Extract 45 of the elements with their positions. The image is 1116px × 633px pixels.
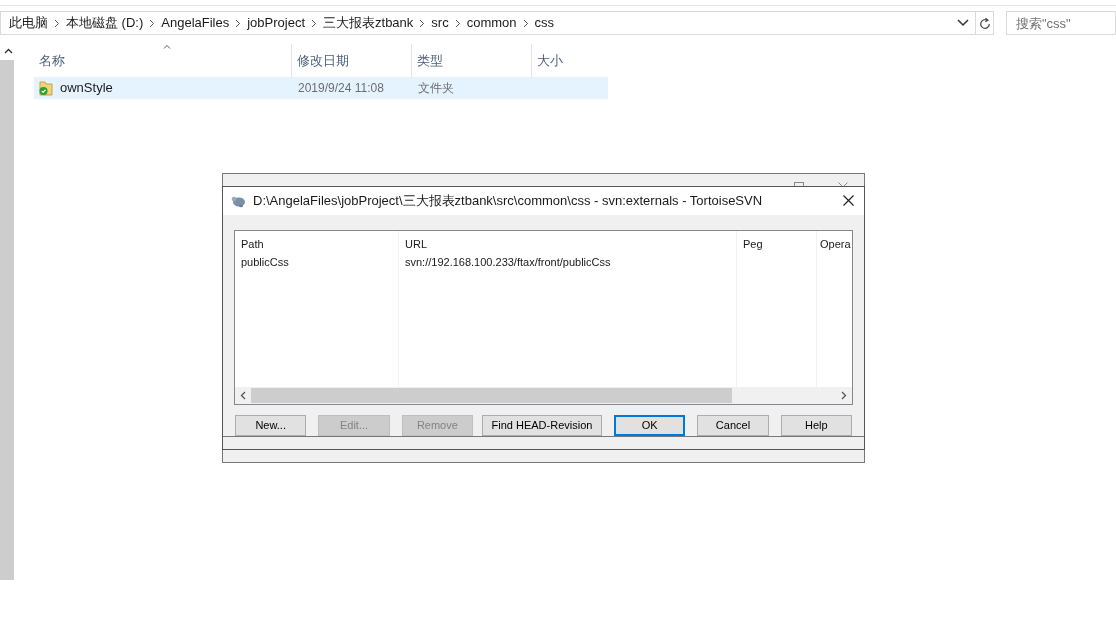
chevron-icon[interactable]	[311, 18, 318, 28]
dropdown-icon[interactable]	[957, 19, 969, 27]
breadcrumb-item[interactable]: src	[431, 13, 449, 33]
breadcrumb-item[interactable]: 三大报表ztbank	[323, 13, 414, 33]
chevron-icon[interactable]	[149, 18, 156, 28]
chevron-icon[interactable]	[454, 18, 461, 28]
dialog-button[interactable]: New...	[235, 415, 307, 437]
file-name: ownStyle	[60, 79, 113, 98]
close-icon[interactable]	[843, 195, 854, 207]
breadcrumb-item[interactable]: jobProject	[247, 13, 306, 33]
scroll-up-icon[interactable]	[3, 48, 13, 54]
column-header[interactable]: Path	[235, 230, 398, 253]
column-header[interactable]: URL	[399, 230, 736, 253]
chevron-icon[interactable]	[419, 18, 426, 28]
file-date: 2019/9/24 11:08	[297, 80, 385, 97]
scrollbar-thumb[interactable]	[251, 388, 732, 404]
scroll-left-icon[interactable]	[240, 391, 246, 401]
scrollbar-thumb[interactable]	[0, 60, 14, 580]
table-cell-text: publicCss	[240, 255, 290, 271]
chevron-icon[interactable]	[54, 18, 60, 28]
refresh-button[interactable]	[975, 12, 993, 34]
breadcrumb-item[interactable]: AngelaFiles	[161, 13, 230, 33]
chevron-icon[interactable]	[235, 18, 242, 28]
column-header[interactable]: Opera	[817, 230, 852, 253]
chevron-icon[interactable]	[522, 18, 529, 28]
folder-check-icon	[38, 80, 54, 96]
breadcrumb-item[interactable]: 本地磁盘 (D:)	[66, 13, 144, 33]
window-title: D:\AngelaFiles\jobProject\三大报表ztbank\src\common\css - svn:externals - TortoiseSVN	[253, 192, 764, 211]
breadcrumb-item[interactable]: 此电脑	[9, 13, 48, 33]
column-header[interactable]: 大小	[532, 44, 610, 78]
sort-up-icon	[162, 44, 171, 49]
breadcrumb-item[interactable]: common	[466, 13, 517, 33]
file-type: 文件夹	[417, 80, 455, 97]
table-cell-text: svn://192.168.100.233/ftax/front/publicCss	[404, 255, 612, 271]
breadcrumb-item[interactable]: css	[534, 13, 555, 33]
file-row[interactable]: ownStyle 2019/9/24 11:08 文件夹	[34, 77, 608, 99]
dialog-button[interactable]: OK	[613, 415, 686, 437]
dialog-button[interactable]: Find HEAD-Revision	[482, 415, 602, 437]
dialog-button[interactable]: Cancel	[697, 415, 769, 437]
refresh-icon	[978, 16, 991, 30]
horizontal-scrollbar[interactable]	[235, 387, 852, 405]
column-header[interactable]: Peg	[737, 230, 816, 253]
search-field[interactable]: 搜索"css"	[1006, 11, 1116, 35]
dialog-button[interactable]: Help	[780, 415, 852, 437]
scroll-right-icon[interactable]	[841, 391, 847, 401]
